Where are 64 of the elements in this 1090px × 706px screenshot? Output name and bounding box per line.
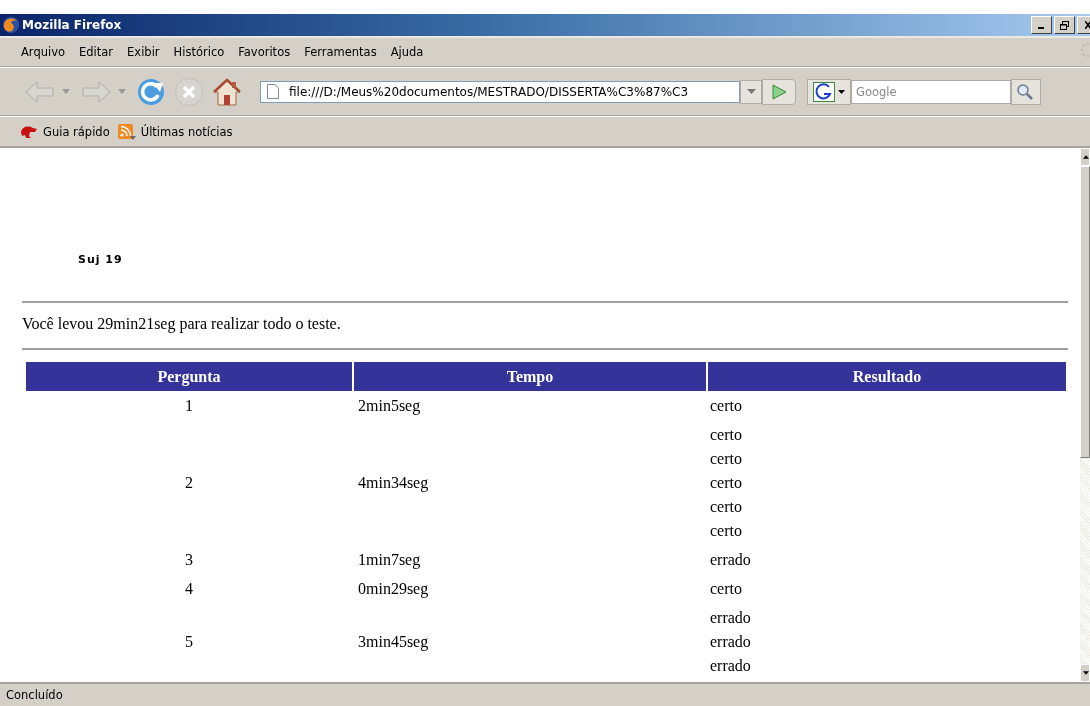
caret-icon	[746, 89, 756, 94]
table-cell: 2	[185, 473, 193, 491]
column-header: Tempo	[354, 362, 706, 391]
menu-item[interactable]: Histórico	[166, 45, 232, 59]
go-button[interactable]	[762, 78, 796, 105]
scrollbar[interactable]	[1080, 148, 1090, 682]
table-cell: certo	[710, 426, 742, 443]
table-cell: certo	[710, 450, 742, 467]
page-icon	[267, 84, 279, 99]
window-title: Mozilla Firefox	[22, 18, 122, 32]
table-cell: errado	[710, 551, 751, 568]
table-cell: 4	[185, 579, 193, 597]
scroll-up-icon[interactable]	[1083, 155, 1089, 159]
table-cell: 2min5seg	[358, 396, 421, 414]
table-cell: 4min34seg	[358, 473, 429, 491]
menu-item[interactable]: Arquivo	[14, 45, 73, 59]
address-field[interactable]: file:///D:/Meus%20documentos/MESTRADO/DISSERTA%C3%87%C3	[260, 80, 740, 103]
status-text: Concluído	[6, 688, 63, 702]
dinosaur-icon	[20, 124, 38, 139]
caret-icon	[838, 89, 845, 94]
summary-text: Você levou 29min21seg para realizar todo o teste.	[22, 314, 342, 335]
table-cell: errado	[710, 633, 751, 650]
letter-g-logo-icon	[813, 81, 835, 102]
dropdown-icon[interactable]	[62, 89, 70, 94]
reload-icon[interactable]	[136, 76, 166, 107]
bookmark-item[interactable]: Últimas notícias	[117, 123, 233, 140]
table-cell: 3min45seg	[358, 632, 429, 650]
table-cell: 5	[185, 632, 193, 650]
home-icon[interactable]	[212, 76, 242, 107]
table-cell: certo	[710, 522, 742, 539]
history-dropdown-button[interactable]	[740, 79, 762, 104]
subject-label: Suj 19	[78, 253, 124, 268]
browser-logo-icon	[2, 16, 20, 34]
table-cell: certo	[710, 580, 742, 597]
close-icon	[1084, 21, 1090, 29]
table-cell: 1	[185, 396, 193, 414]
dropdown-icon[interactable]	[118, 89, 126, 94]
restore-icon	[1060, 20, 1069, 30]
url-text: file:///D:/Meus%20documentos/MESTRADO/DISSERTA%C3%87%C3	[289, 84, 689, 99]
menu-item[interactable]: Ajuda	[383, 45, 431, 59]
table-cell: certo	[710, 397, 742, 414]
table-cell: certo	[710, 498, 742, 515]
menu-item[interactable]: Favoritos	[231, 45, 298, 59]
search-field[interactable]: Google	[851, 79, 1011, 104]
search-engine-button[interactable]	[807, 78, 851, 105]
search-icon	[1016, 82, 1034, 101]
play-icon	[771, 83, 787, 100]
bookmark-item[interactable]: Guia rápido	[20, 124, 110, 139]
table-cell: 1min7seg	[358, 550, 421, 568]
column-header: Resultado	[708, 362, 1066, 391]
menu-item[interactable]: Ferramentas	[297, 45, 384, 59]
table-cell: certo	[710, 474, 742, 491]
table-cell: 3	[185, 550, 193, 568]
menu-item[interactable]: Exibir	[120, 45, 167, 59]
table-cell: 0min29seg	[358, 579, 429, 597]
column-header: Pergunta	[26, 362, 352, 391]
minimize-button[interactable]	[1031, 16, 1052, 34]
menu-item[interactable]: Editar	[72, 45, 121, 59]
feed-icon	[117, 123, 136, 140]
table-cell: errado	[710, 609, 751, 626]
table-cell: errado	[710, 657, 751, 674]
search-button[interactable]	[1011, 78, 1041, 105]
scroll-down-icon[interactable]	[1083, 671, 1089, 675]
restore-button[interactable]	[1054, 16, 1075, 34]
